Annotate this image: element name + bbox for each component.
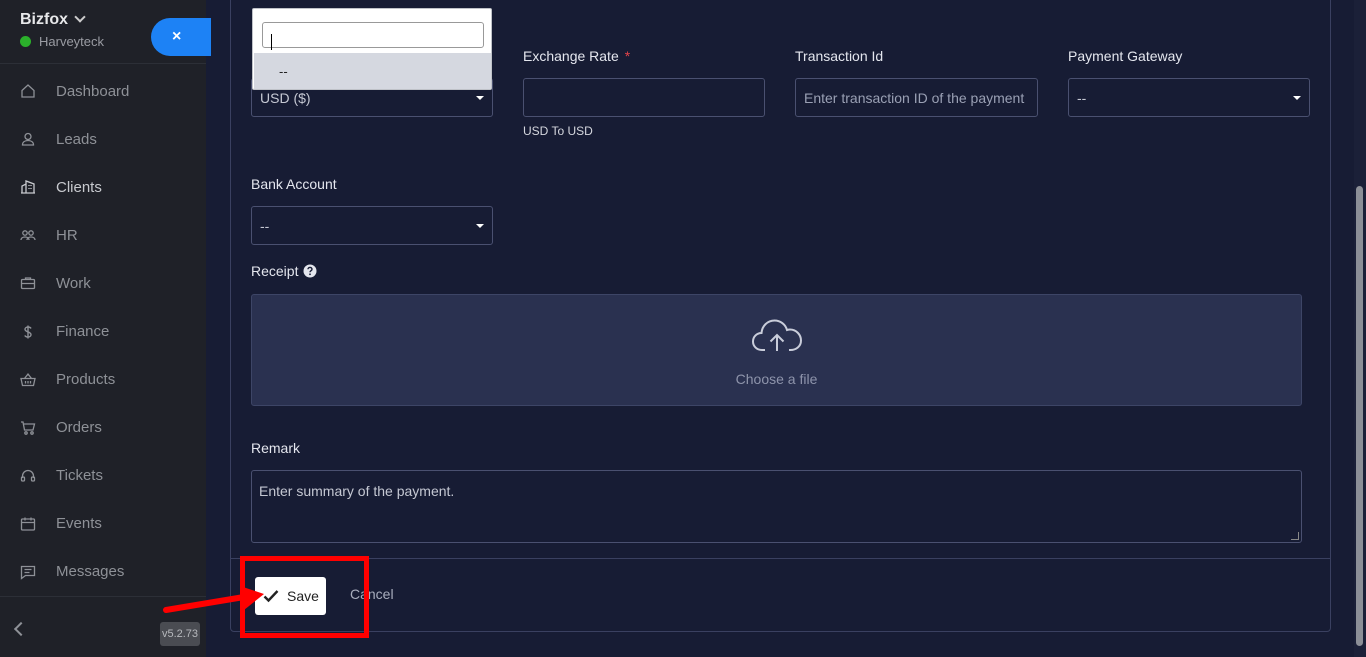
sidebar-item-label: Messages <box>56 563 125 581</box>
sidebar: Bizfox Harveyteck × Dashboard Leads Clie… <box>0 0 211 657</box>
dollar-icon <box>24 325 32 339</box>
select-value: -- <box>260 217 270 234</box>
label-text: Exchange Rate <box>523 48 619 64</box>
divider <box>230 558 1331 559</box>
caret-down-icon <box>1293 96 1301 100</box>
resize-handle[interactable] <box>1291 532 1299 540</box>
sidebar-item-tickets[interactable]: Tickets <box>0 452 206 500</box>
help-icon[interactable] <box>303 264 317 278</box>
receipt-dropzone[interactable]: Choose a file <box>251 294 1302 406</box>
sidebar-item-label: Orders <box>56 419 102 437</box>
headset-icon <box>20 469 36 482</box>
text-cursor <box>271 34 272 50</box>
caret-down-icon <box>476 96 484 100</box>
divider <box>0 63 206 64</box>
currency-dropdown-menu: -- <box>252 8 492 90</box>
user-icon <box>21 132 35 146</box>
dropzone-text: Choose a file <box>735 371 818 387</box>
close-icon: × <box>172 28 182 45</box>
basket-icon <box>20 372 36 386</box>
remark-textarea[interactable]: Enter summary of the payment. <box>251 470 1302 543</box>
transaction-id-input[interactable]: Enter transaction ID of the payment <box>795 78 1038 117</box>
sidebar-item-label: Work <box>56 274 91 292</box>
receipt-label: Receipt <box>251 263 317 279</box>
sidebar-item-hr[interactable]: HR <box>0 211 206 259</box>
dropdown-search-input[interactable] <box>262 22 484 48</box>
textarea-placeholder: Enter summary of the payment. <box>259 483 455 499</box>
briefcase-icon <box>20 277 36 290</box>
sidebar-item-label: Tickets <box>56 467 103 485</box>
close-sidebar-button[interactable]: × <box>151 18 211 56</box>
building-icon <box>21 180 35 194</box>
dropdown-option[interactable]: -- <box>254 53 491 89</box>
brand-name: Bizfox <box>20 11 68 28</box>
home-icon <box>21 84 35 98</box>
bank-account-select[interactable]: -- <box>251 206 493 245</box>
sidebar-item-work[interactable]: Work <box>0 259 206 307</box>
sidebar-item-orders[interactable]: Orders <box>0 404 206 452</box>
sidebar-item-label: Events <box>56 515 102 533</box>
scrollbar-thumb[interactable] <box>1356 186 1363 646</box>
remark-label: Remark <box>251 440 301 456</box>
exchange-rate-hint: USD To USD <box>523 124 593 138</box>
transaction-id-label: Transaction Id <box>795 48 884 64</box>
payment-gateway-select[interactable]: -- <box>1068 78 1310 117</box>
message-icon <box>20 565 36 580</box>
exchange-rate-input[interactable] <box>523 78 765 117</box>
sidebar-item-label: Products <box>56 371 116 389</box>
sidebar-item-products[interactable]: Products <box>0 356 206 404</box>
users-icon <box>20 230 36 241</box>
sidebar-item-dashboard[interactable]: Dashboard <box>0 67 206 115</box>
select-value: -- <box>1077 89 1087 106</box>
sidebar-item-events[interactable]: Events <box>0 500 206 548</box>
calendar-icon <box>20 517 36 531</box>
cart-icon <box>21 421 36 435</box>
user-status: Harveyteck <box>20 34 104 49</box>
label-text: Receipt <box>251 263 299 279</box>
sidebar-item-label: HR <box>56 226 78 244</box>
payment-gateway-label: Payment Gateway <box>1068 48 1183 64</box>
required-marker: * <box>624 48 631 64</box>
sidebar-item-clients[interactable]: Clients <box>0 163 206 211</box>
bank-account-label: Bank Account <box>251 176 337 192</box>
sidebar-item-label: Dashboard <box>56 82 130 100</box>
user-name: Harveyteck <box>39 34 105 49</box>
sidebar-item-leads[interactable]: Leads <box>0 115 206 163</box>
chevron-down-icon <box>74 11 86 23</box>
chevron-left-icon[interactable] <box>13 621 29 637</box>
sidebar-nav: Dashboard Leads Clients HR Work Finance … <box>0 67 206 596</box>
annotation-arrow-icon <box>163 586 264 613</box>
exchange-rate-label: Exchange Rate * <box>523 48 630 64</box>
sidebar-item-label: Clients <box>56 178 102 196</box>
version-badge: v5.2.73 <box>160 622 200 646</box>
online-status-icon <box>20 36 31 47</box>
sidebar-item-finance[interactable]: Finance <box>0 307 206 355</box>
sidebar-item-label: Leads <box>56 130 97 148</box>
cloud-upload-icon <box>751 319 803 351</box>
brand-menu[interactable]: Bizfox <box>20 11 86 29</box>
caret-down-icon <box>476 224 484 228</box>
sidebar-item-label: Finance <box>56 323 110 341</box>
